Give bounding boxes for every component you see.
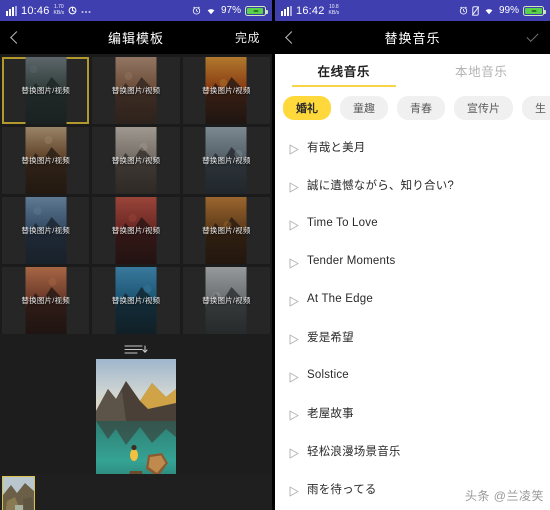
left-phone-panel: 10:46 1.70 KB/s 97% 编辑模板 完成 替换图片/视频 替换图片… [0,0,272,510]
left-network-speed: 1.70 KB/s [53,4,65,16]
left-app-bar: 编辑模板 完成 [0,21,272,54]
template-cell-caption: 替换图片/视频 [202,296,251,305]
song-row[interactable]: 轻松浪漫场景音乐 [275,432,550,470]
template-cell-10[interactable]: 替换图片/视频 [2,267,90,334]
battery-icon [523,5,546,16]
song-row[interactable]: 爱是希望 [275,318,550,356]
song-row[interactable]: 誠に遺憾ながら、知り合い? [275,166,550,204]
song-title: 雨を待ってる [307,484,377,496]
template-cell-12[interactable]: 替换图片/视频 [182,267,270,334]
play-icon[interactable] [289,408,299,420]
song-row[interactable]: Solstice [275,356,550,394]
play-icon[interactable] [289,446,299,458]
right-phone-panel: 16:42 10.8 KB/s 99% 替换音乐 在线音乐 本地音乐 婚礼 童趣… [275,0,550,510]
play-icon[interactable] [289,332,299,344]
template-cell-5[interactable]: 替换图片/视频 [92,127,180,194]
watermark: 头条 @兰凌笑 [464,489,544,503]
play-icon[interactable] [289,484,299,496]
song-list: 有哉と美月誠に遺憾ながら、知り合い? Time To Love Tender Mom… [275,128,550,508]
tab-local-music[interactable]: 本地音乐 [413,54,550,87]
template-cell-caption: 替换图片/视频 [111,226,161,235]
sync-icon [68,6,77,15]
song-row[interactable]: Tender Moments [275,242,550,280]
play-icon[interactable] [289,294,299,306]
left-battery-percent: 97% [220,5,241,16]
alarm-icon [459,6,468,15]
template-cell-8[interactable]: 替换图片/视频 [92,197,180,264]
right-battery-percent: 99% [498,5,519,16]
song-title: Solstice [307,369,349,381]
page-title: 编辑模板 [107,31,164,46]
template-cell-caption: 替换图片/视频 [21,156,70,165]
category-chip-4[interactable]: 生 [522,96,550,120]
template-cell-caption: 替换图片/视频 [21,296,70,305]
tab-online-music[interactable]: 在线音乐 [275,54,413,87]
template-cell-2[interactable]: 替换图片/视频 [92,57,180,124]
template-cell-11[interactable]: 替换图片/视频 [92,267,180,334]
template-cell-caption: 替换图片/视频 [21,86,70,95]
template-cell-caption: 替换图片/视频 [202,156,251,165]
template-cell-caption: 替换图片/视频 [202,86,251,95]
play-icon[interactable] [289,218,299,230]
song-title: 誠に遺憾ながら、知り合い? [307,180,454,192]
done-button[interactable]: 完成 [235,29,260,46]
preview-stage [0,334,272,510]
chevron-left-icon[interactable] [285,31,298,44]
template-cell-caption: 替换图片/视频 [111,86,161,95]
battery-icon [245,5,268,16]
more-dots-icon [81,6,91,15]
play-icon[interactable] [289,370,299,382]
song-title: 有哉と美月 [307,142,366,154]
filmstrip [0,474,272,510]
song-title: 轻松浪漫场景音乐 [307,446,401,458]
right-network-speed: 10.8 KB/s [328,4,340,16]
right-clock: 16:42 [296,4,325,17]
category-chip-0[interactable]: 婚礼 [283,96,331,120]
template-cell-caption: 替换图片/视频 [202,226,251,235]
dual-phone-screenshot: 10:46 1.70 KB/s 97% 编辑模板 完成 替换图片/视频 替换图片… [0,0,550,510]
song-title: Tender Moments [307,255,396,267]
filmstrip-thumbnail[interactable] [2,475,35,510]
drag-handle-icon[interactable] [0,334,272,355]
template-cell-7[interactable]: 替换图片/视频 [2,197,90,264]
template-cell-4[interactable]: 替换图片/视频 [2,127,90,194]
left-status-bar: 10:46 1.70 KB/s 97% [0,0,272,21]
left-clock: 10:46 [21,4,50,17]
category-chip-3[interactable]: 宣传片 [454,96,513,120]
template-cell-3[interactable]: 替换图片/视频 [182,57,270,124]
template-cell-1[interactable]: 替换图片/视频 [2,57,90,124]
alarm-icon [192,6,201,15]
category-chip-1[interactable]: 童趣 [340,96,388,120]
check-icon[interactable] [526,29,539,43]
template-cell-caption: 替换图片/视频 [111,156,161,165]
template-cell-caption: 替换图片/视频 [111,296,161,305]
song-title: 爱是希望 [307,332,354,344]
chevron-left-icon[interactable] [10,31,23,44]
category-chip-2[interactable]: 青春 [397,96,445,120]
wifi-icon [205,6,217,15]
music-source-tabs: 在线音乐 本地音乐 [275,54,550,87]
song-row[interactable]: Time To Love [275,204,550,242]
song-title: At The Edge [307,293,373,305]
right-app-bar: 替换音乐 [275,21,550,54]
category-chip-row[interactable]: 婚礼 童趣 青春 宣传片生 [275,87,550,128]
mute-icon [471,5,479,16]
song-row[interactable]: 老屋故事 [275,394,550,432]
template-cell-caption: 替换图片/视频 [21,226,70,235]
signal-4g-icon [281,5,292,16]
song-title: 老屋故事 [307,408,354,420]
template-grid: 替换图片/视频 替换图片/视频 替换图片/视频 替换图片/视频 替换图片/视频 替换图片/… [0,54,272,334]
play-icon[interactable] [289,142,299,154]
right-status-bar: 16:42 10.8 KB/s 99% [275,0,550,21]
play-icon[interactable] [289,256,299,268]
signal-4g-icon [6,5,17,16]
template-cell-6[interactable]: 替换图片/视频 [182,127,270,194]
play-icon[interactable] [289,180,299,192]
page-title: 替换音乐 [384,31,441,46]
template-cell-9[interactable]: 替换图片/视频 [182,197,270,264]
song-row[interactable]: At The Edge [275,280,550,318]
song-title: Time To Love [307,217,378,229]
wifi-icon [483,6,495,15]
song-row[interactable]: 有哉と美月 [275,128,550,166]
